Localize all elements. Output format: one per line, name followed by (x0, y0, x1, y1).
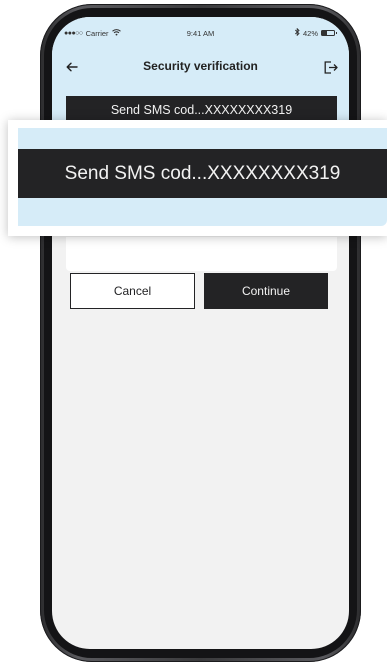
battery-percent: 42% (302, 28, 318, 38)
logout-button[interactable] (321, 57, 341, 77)
zoom-callout-inner: Send SMS cod...XXXXXXXX319 (18, 128, 387, 226)
verification-card (66, 237, 337, 271)
status-right: 42% (294, 27, 337, 38)
continue-button[interactable]: Continue (204, 273, 328, 309)
page-title: Security verification (143, 59, 258, 73)
phone-screen: ●●●○○ Carrier 9:41 AM 42% Security verif… (52, 17, 349, 649)
stage: ●●●○○ Carrier 9:41 AM 42% Security verif… (0, 0, 387, 662)
bluetooth-icon (294, 27, 300, 38)
zoom-callout: Send SMS cod...XXXXXXXX319 (8, 120, 387, 236)
logout-icon (324, 60, 338, 74)
status-bar: ●●●○○ Carrier 9:41 AM 42% (52, 17, 349, 47)
action-buttons: Cancel Continue (70, 273, 332, 309)
cancel-button[interactable]: Cancel (70, 273, 195, 309)
battery-level-fill (322, 31, 328, 35)
send-sms-code-button-zoomed[interactable]: Send SMS cod...XXXXXXXX319 (18, 149, 387, 198)
nav-bar: Security verification (52, 55, 349, 81)
battery-icon (321, 30, 337, 36)
